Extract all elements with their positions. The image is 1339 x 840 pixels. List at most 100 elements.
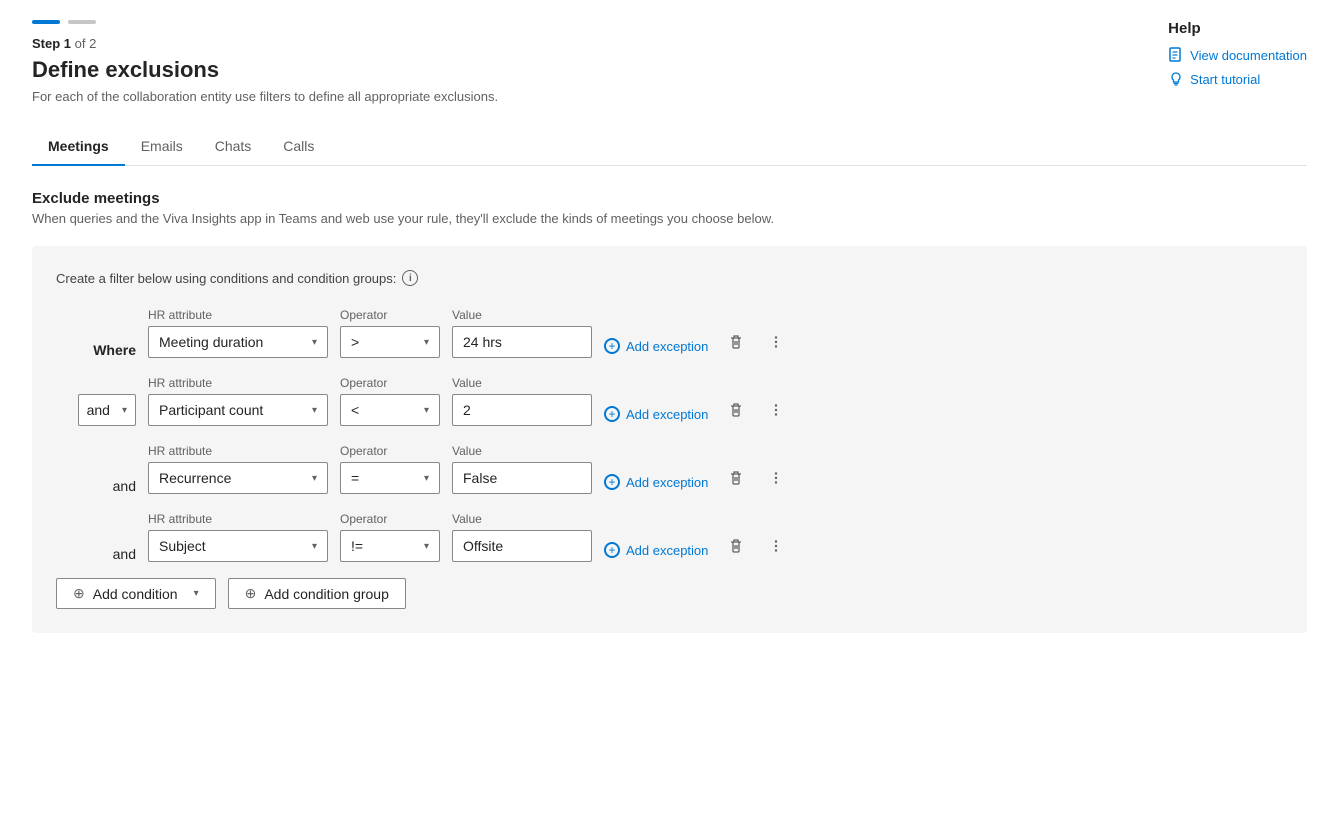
value-group-0: Value 24 hrs bbox=[452, 308, 592, 358]
row-actions-1 bbox=[720, 394, 792, 426]
step-dot-2 bbox=[68, 20, 96, 24]
hr-attribute-label-3: HR attribute bbox=[148, 512, 328, 526]
condition-row-2: and HR attribute Recurrence ▾ Operator =… bbox=[56, 442, 1283, 494]
operator-label-2: Operator bbox=[340, 444, 440, 458]
hr-attribute-group-1: HR attribute Participant count ▾ bbox=[148, 376, 328, 426]
view-documentation-link[interactable]: View documentation bbox=[1168, 47, 1307, 63]
row-prefix-1: and ▾ bbox=[56, 394, 136, 426]
and-select-1[interactable]: and ▾ bbox=[78, 394, 136, 426]
page-title: Define exclusions bbox=[32, 57, 1307, 83]
add-exception-label-1: Add exception bbox=[626, 407, 708, 422]
and-chevron-1: ▾ bbox=[122, 405, 127, 416]
add-exception-3[interactable]: + Add exception bbox=[604, 538, 708, 562]
add-exception-1[interactable]: + Add exception bbox=[604, 402, 708, 426]
more-dots-icon-1 bbox=[768, 402, 784, 418]
help-panel: Help View documentation Start tutorial bbox=[1168, 20, 1307, 95]
more-options-button-2[interactable] bbox=[760, 462, 792, 494]
value-group-2: Value False bbox=[452, 444, 592, 494]
condition-row-0: Where HR attribute Meeting duration ▾ Op… bbox=[56, 306, 1283, 358]
hr-attribute-dropdown-3[interactable]: Subject ▾ bbox=[148, 530, 328, 562]
operator-dropdown-0[interactable]: > ▾ bbox=[340, 326, 440, 358]
add-condition-group-label: Add condition group bbox=[264, 586, 389, 602]
section-subtitle: When queries and the Viva Insights app i… bbox=[32, 211, 1307, 226]
value-group-1: Value 2 bbox=[452, 376, 592, 426]
trash-icon-3 bbox=[728, 538, 744, 554]
hr-attribute-group-0: HR attribute Meeting duration ▾ bbox=[148, 308, 328, 358]
hr-attribute-value-0: Meeting duration bbox=[159, 334, 263, 350]
operator-group-2: Operator = ▾ bbox=[340, 444, 440, 494]
row-prefix-0: Where bbox=[56, 342, 136, 358]
operator-chevron-0: ▾ bbox=[424, 337, 429, 348]
tabs-bar: Meetings Emails Chats Calls bbox=[32, 128, 1307, 166]
add-exception-0[interactable]: + Add exception bbox=[604, 334, 708, 358]
operator-chevron-3: ▾ bbox=[424, 541, 429, 552]
condition-row-1: and ▾ HR attribute Participant count ▾ O… bbox=[56, 374, 1283, 426]
delete-button-0[interactable] bbox=[720, 326, 752, 358]
condition-row-3: and HR attribute Subject ▾ Operator != ▾… bbox=[56, 510, 1283, 562]
value-input-0[interactable]: 24 hrs bbox=[452, 326, 592, 358]
info-icon[interactable]: i bbox=[402, 270, 418, 286]
hr-attribute-label-2: HR attribute bbox=[148, 444, 328, 458]
add-condition-label: Add condition bbox=[93, 586, 178, 602]
hr-attribute-label-0: HR attribute bbox=[148, 308, 328, 322]
and-text-3: and bbox=[113, 546, 136, 562]
tab-chats[interactable]: Chats bbox=[199, 128, 268, 166]
delete-button-3[interactable] bbox=[720, 530, 752, 562]
row-prefix-3: and bbox=[56, 546, 136, 562]
operator-value-0: > bbox=[351, 334, 359, 350]
delete-button-1[interactable] bbox=[720, 394, 752, 426]
operator-group-3: Operator != ▾ bbox=[340, 512, 440, 562]
document-icon bbox=[1168, 47, 1184, 63]
hr-attribute-dropdown-0[interactable]: Meeting duration ▾ bbox=[148, 326, 328, 358]
value-input-1[interactable]: 2 bbox=[452, 394, 592, 426]
hr-attribute-group-2: HR attribute Recurrence ▾ bbox=[148, 444, 328, 494]
tab-calls[interactable]: Calls bbox=[267, 128, 330, 166]
hr-attribute-value-1: Participant count bbox=[159, 402, 263, 418]
add-exception-icon-3: + bbox=[604, 542, 620, 558]
operator-label-1: Operator bbox=[340, 376, 440, 390]
tab-meetings[interactable]: Meetings bbox=[32, 128, 125, 166]
operator-chevron-1: ▾ bbox=[424, 405, 429, 416]
hr-attribute-value-2: Recurrence bbox=[159, 470, 231, 486]
add-exception-icon-0: + bbox=[604, 338, 620, 354]
filter-box: Create a filter below using conditions a… bbox=[32, 246, 1307, 633]
filter-info: Create a filter below using conditions a… bbox=[56, 270, 1283, 286]
and-text-2: and bbox=[113, 478, 136, 494]
where-label: Where bbox=[93, 342, 136, 358]
value-label-1: Value bbox=[452, 376, 592, 390]
add-exception-2[interactable]: + Add exception bbox=[604, 470, 708, 494]
hr-attribute-group-3: HR attribute Subject ▾ bbox=[148, 512, 328, 562]
add-condition-group-icon: ⊕ bbox=[245, 585, 257, 602]
operator-dropdown-1[interactable]: < ▾ bbox=[340, 394, 440, 426]
operator-label-0: Operator bbox=[340, 308, 440, 322]
more-options-button-1[interactable] bbox=[760, 394, 792, 426]
more-options-button-0[interactable] bbox=[760, 326, 792, 358]
operator-group-0: Operator > ▾ bbox=[340, 308, 440, 358]
add-exception-label-3: Add exception bbox=[626, 543, 708, 558]
page-subtitle: For each of the collaboration entity use… bbox=[32, 89, 1307, 104]
operator-chevron-2: ▾ bbox=[424, 473, 429, 484]
row-prefix-2: and bbox=[56, 478, 136, 494]
hr-attribute-chevron-1: ▾ bbox=[312, 405, 317, 416]
lightbulb-icon bbox=[1168, 71, 1184, 87]
value-input-3[interactable]: Offsite bbox=[452, 530, 592, 562]
add-condition-group-button[interactable]: ⊕ Add condition group bbox=[228, 578, 406, 609]
hr-attribute-dropdown-2[interactable]: Recurrence ▾ bbox=[148, 462, 328, 494]
delete-button-2[interactable] bbox=[720, 462, 752, 494]
add-condition-button[interactable]: ⊕ Add condition ▾ bbox=[56, 578, 216, 609]
operator-dropdown-2[interactable]: = ▾ bbox=[340, 462, 440, 494]
operator-dropdown-3[interactable]: != ▾ bbox=[340, 530, 440, 562]
start-tutorial-link[interactable]: Start tutorial bbox=[1168, 71, 1307, 87]
hr-attribute-chevron-0: ▾ bbox=[312, 337, 317, 348]
hr-attribute-dropdown-1[interactable]: Participant count ▾ bbox=[148, 394, 328, 426]
add-condition-chevron: ▾ bbox=[194, 588, 199, 599]
tab-emails[interactable]: Emails bbox=[125, 128, 199, 166]
row-actions-2 bbox=[720, 462, 792, 494]
value-label-2: Value bbox=[452, 444, 592, 458]
more-options-button-3[interactable] bbox=[760, 530, 792, 562]
value-input-2[interactable]: False bbox=[452, 462, 592, 494]
value-label-0: Value bbox=[452, 308, 592, 322]
row-actions-3 bbox=[720, 530, 792, 562]
hr-attribute-label-1: HR attribute bbox=[148, 376, 328, 390]
add-condition-icon: ⊕ bbox=[73, 585, 85, 602]
